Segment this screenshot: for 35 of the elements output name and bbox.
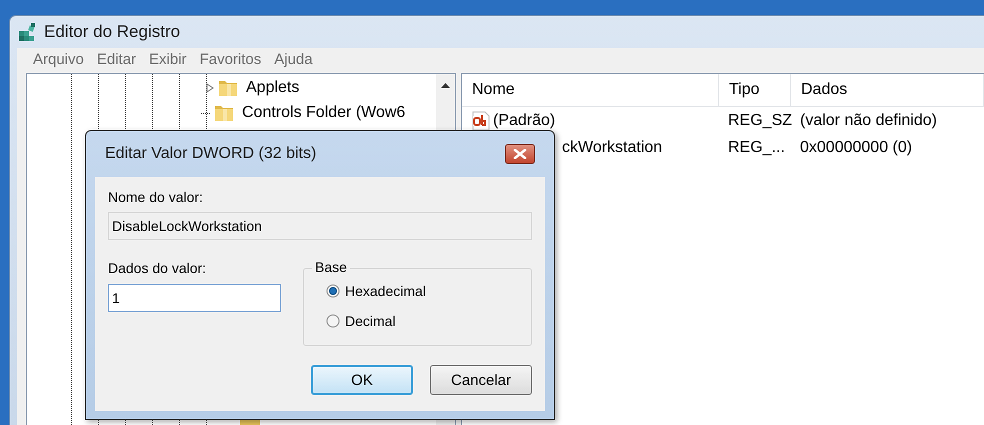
column-header[interactable]: Nome xyxy=(462,74,719,106)
dialog-title: Editar Valor DWORD (32 bits) xyxy=(105,145,316,163)
registry-cubes-icon xyxy=(18,22,38,42)
radio-label[interactable]: Decimal xyxy=(345,313,396,329)
value-type: REG_... xyxy=(727,138,786,156)
value-data: 0x00000000 (0) xyxy=(799,138,914,156)
radio-label[interactable]: Hexadecimal xyxy=(345,283,426,299)
cancel-button[interactable]: Cancelar xyxy=(430,365,532,395)
value-data: (valor não definido) xyxy=(799,112,938,130)
value-name[interactable]: (Padrão) xyxy=(493,112,556,130)
value-name-field: DisableLockWorkstation xyxy=(108,212,532,240)
field-label: Dados do valor: xyxy=(108,260,208,276)
expand-arrow-icon[interactable] xyxy=(206,83,214,93)
menu-item[interactable]: Favoritos xyxy=(200,50,262,68)
value-data-input[interactable]: 1 xyxy=(108,284,281,312)
close-button[interactable] xyxy=(505,144,535,164)
close-icon[interactable] xyxy=(513,149,527,159)
column-header[interactable]: Tipo xyxy=(719,74,791,106)
radio-button[interactable] xyxy=(326,284,340,298)
scroll-up-icon[interactable] xyxy=(441,83,450,88)
value-type: REG_SZ xyxy=(727,112,791,130)
value-name[interactable]: ckWorkstation xyxy=(562,138,662,156)
group-label: Base xyxy=(312,259,350,275)
ok-button[interactable]: OK xyxy=(311,365,413,395)
menu-item[interactable]: Ajuda xyxy=(274,50,313,68)
window-title: Editor do Registro xyxy=(44,22,180,42)
field-label: Nome do valor: xyxy=(108,189,204,205)
string-value-icon xyxy=(471,110,491,130)
tree-item[interactable]: Controls Folder (Wow6 xyxy=(242,104,406,122)
menu-item[interactable]: Arquivo xyxy=(33,50,84,68)
radio-button[interactable] xyxy=(326,314,340,328)
column-header[interactable]: Dados xyxy=(791,74,984,106)
menu-item[interactable]: Editar xyxy=(96,50,136,68)
menu-item[interactable]: Exibir xyxy=(149,50,187,68)
tree-item[interactable]: Applets xyxy=(246,79,300,97)
